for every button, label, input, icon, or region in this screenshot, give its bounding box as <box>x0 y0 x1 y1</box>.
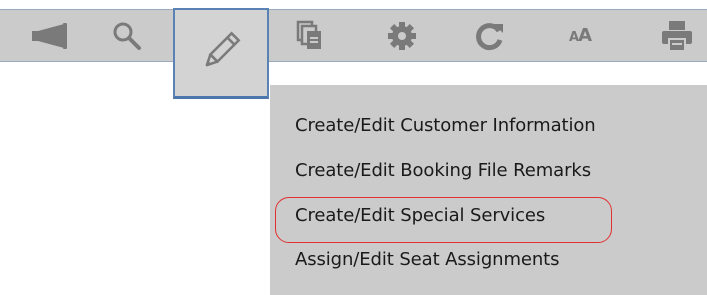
search-button[interactable] <box>104 10 150 61</box>
printer-icon <box>660 19 694 53</box>
menu-item-seat-assignments[interactable]: Assign/Edit Seat Assignments <box>295 249 560 270</box>
edit-button[interactable] <box>173 8 269 99</box>
menu-item-special-services[interactable]: Create/Edit Special Services <box>295 205 545 226</box>
menu-item-booking-file-remarks[interactable]: Create/Edit Booking File Remarks <box>295 160 591 181</box>
announcement-button[interactable] <box>20 10 78 61</box>
font-size-icon: AAAA <box>569 25 592 46</box>
edit-dropdown-menu: Create/Edit Customer Information Create/… <box>270 85 707 295</box>
gear-icon <box>386 20 418 52</box>
refresh-button[interactable] <box>467 10 511 61</box>
copy-button[interactable] <box>290 10 330 61</box>
pencil-icon <box>199 29 243 77</box>
megaphone-icon <box>30 21 68 51</box>
copy-pages-icon <box>296 20 324 52</box>
refresh-icon <box>473 20 505 52</box>
settings-button[interactable] <box>380 10 424 61</box>
font-size-button[interactable]: AAAA <box>558 10 602 61</box>
toolbar: AAAA <box>0 9 707 62</box>
menu-item-customer-information[interactable]: Create/Edit Customer Information <box>295 115 596 136</box>
print-button[interactable] <box>655 10 699 61</box>
search-icon <box>112 21 142 51</box>
stage: AAAA <box>0 0 707 295</box>
